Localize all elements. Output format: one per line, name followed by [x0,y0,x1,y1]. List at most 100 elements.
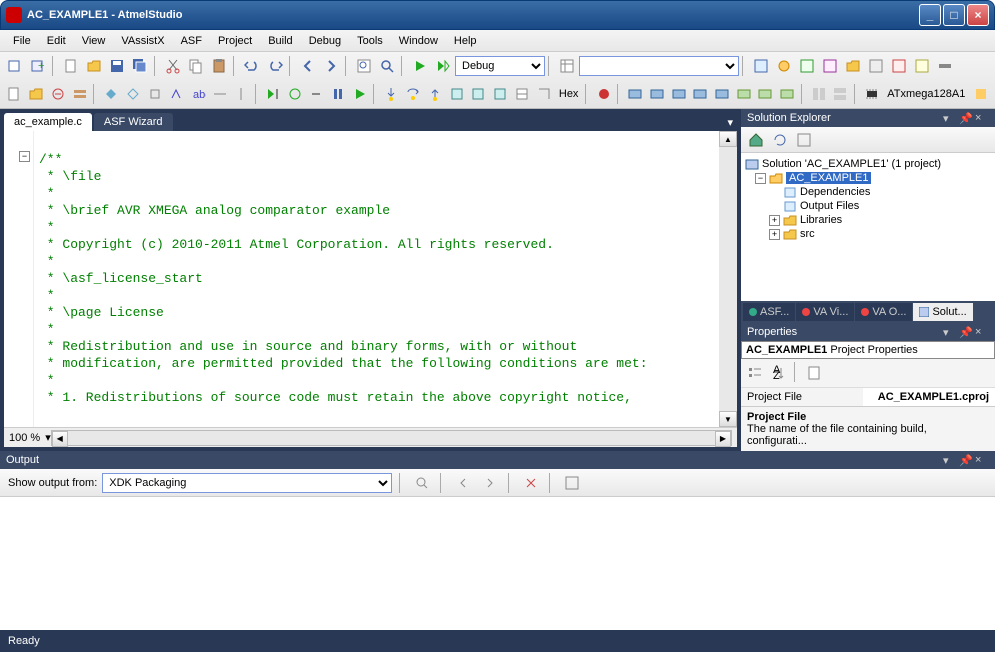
find-in-files-button[interactable] [353,55,375,77]
menu-build[interactable]: Build [260,32,300,50]
copy-button[interactable] [185,55,207,77]
output-prev-button[interactable] [452,472,474,494]
close-button[interactable]: × [967,4,989,26]
menu-asf[interactable]: ASF [173,32,210,50]
tb2-h[interactable] [166,83,187,105]
tb2-x3[interactable] [668,83,689,105]
new-project-button[interactable] [4,55,26,77]
tree-output-files[interactable]: Output Files [745,199,991,213]
save-button[interactable] [106,55,128,77]
menu-window[interactable]: Window [391,32,446,50]
minimize-button[interactable]: _ [919,4,941,26]
output-body[interactable] [0,497,995,630]
ptab-va-outline[interactable]: VA O... [855,303,912,321]
search-dropdown[interactable] [579,56,739,76]
tb2-x2[interactable] [646,83,667,105]
nav-back-button[interactable] [297,55,319,77]
tb-btn-b[interactable] [773,55,795,77]
tab-ac-example[interactable]: ac_example.c [4,113,92,131]
scroll-down-button[interactable]: ▼ [719,411,737,427]
start-no-debug-button[interactable] [432,55,454,77]
start-debug-button[interactable] [409,55,431,77]
save-all-button[interactable] [129,55,151,77]
properties-button[interactable] [556,55,578,77]
config-dropdown[interactable]: Debug [455,56,545,76]
output-pin-icon[interactable]: 📌 [959,454,971,466]
prop-sort-button[interactable]: AZ [768,362,790,384]
tree-dependencies[interactable]: Dependencies [745,185,991,199]
tb-btn-a[interactable] [750,55,772,77]
run-to-cursor-button[interactable] [263,83,284,105]
solution-dropdown-icon[interactable]: ▾ [943,112,955,124]
find-button[interactable] [376,55,398,77]
props-pin-icon[interactable]: 📌 [959,326,971,338]
prop-categorize-button[interactable] [744,362,766,384]
output-wrap-button[interactable] [561,472,583,494]
tb2-x6[interactable] [733,83,754,105]
continue-button[interactable] [350,83,371,105]
output-next-button[interactable] [479,472,501,494]
solution-close-icon[interactable]: × [975,112,987,124]
tb-btn-f[interactable] [865,55,887,77]
paste-button[interactable] [208,55,230,77]
tb-btn-e[interactable] [842,55,864,77]
ptab-solution[interactable]: Solut... [913,303,972,321]
editor-hscrollbar[interactable]: ◀ ▶ [51,430,732,446]
menu-tools[interactable]: Tools [349,32,391,50]
tb2-i[interactable]: abc [188,83,209,105]
tb-btn-g[interactable] [888,55,910,77]
tb-btn-i[interactable] [934,55,956,77]
nav-fwd-button[interactable] [320,55,342,77]
scroll-up-button[interactable]: ▲ [719,131,737,147]
tree-libraries[interactable]: + Libraries [745,213,991,227]
tb2-u[interactable] [511,83,532,105]
tb2-z[interactable] [970,83,991,105]
tb2-open[interactable] [26,83,47,105]
tb-btn-c[interactable] [796,55,818,77]
open-button[interactable] [83,55,105,77]
tab-dropdown-button[interactable]: ▾ [719,114,741,131]
tb2-a[interactable] [4,83,25,105]
tb2-f[interactable] [122,83,143,105]
tb2-y2[interactable] [830,83,851,105]
menu-debug[interactable]: Debug [301,32,349,50]
output-close-icon[interactable]: × [975,454,987,466]
tb2-y1[interactable] [808,83,829,105]
props-close-icon[interactable]: × [975,326,987,338]
scroll-left-button[interactable]: ◀ [52,431,68,447]
editor-vscrollbar[interactable]: ▲ ▼ [719,131,737,427]
menu-vassistx[interactable]: VAssistX [113,32,172,50]
tree-solution-root[interactable]: Solution 'AC_EXAMPLE1' (1 project) [745,157,991,171]
tb-btn-d[interactable] [819,55,841,77]
device-icon[interactable] [862,83,883,105]
tb2-k[interactable] [231,83,252,105]
tb2-x8[interactable] [777,83,798,105]
tb2-s[interactable] [468,83,489,105]
tb2-m[interactable] [284,83,305,105]
output-find-button[interactable] [411,472,433,494]
tree-project-expander[interactable]: − [755,173,766,184]
prop-pages-button[interactable] [803,362,825,384]
tb2-v[interactable] [533,83,554,105]
ptab-va-view[interactable]: VA Vi... [796,303,854,321]
tb2-x1[interactable] [625,83,646,105]
breakpoint-button[interactable] [593,83,614,105]
menu-file[interactable]: File [5,32,39,50]
step-into-button[interactable] [381,83,402,105]
zoom-level[interactable]: 100 % [9,432,40,444]
properties-combo[interactable]: AC_EXAMPLE1 Project Properties [741,341,995,359]
menu-edit[interactable]: Edit [39,32,74,50]
add-item-button[interactable]: + [27,55,49,77]
output-clear-button[interactable] [520,472,542,494]
menu-help[interactable]: Help [446,32,485,50]
tb2-r[interactable] [446,83,467,105]
pause-button[interactable] [328,83,349,105]
tree-libraries-expander[interactable]: + [769,215,780,226]
cut-button[interactable] [162,55,184,77]
tb2-n[interactable] [306,83,327,105]
step-out-button[interactable] [424,83,445,105]
undo-button[interactable] [241,55,263,77]
tb2-x4[interactable] [690,83,711,105]
tb2-c[interactable] [47,83,68,105]
sol-tb-refresh[interactable] [769,129,791,151]
